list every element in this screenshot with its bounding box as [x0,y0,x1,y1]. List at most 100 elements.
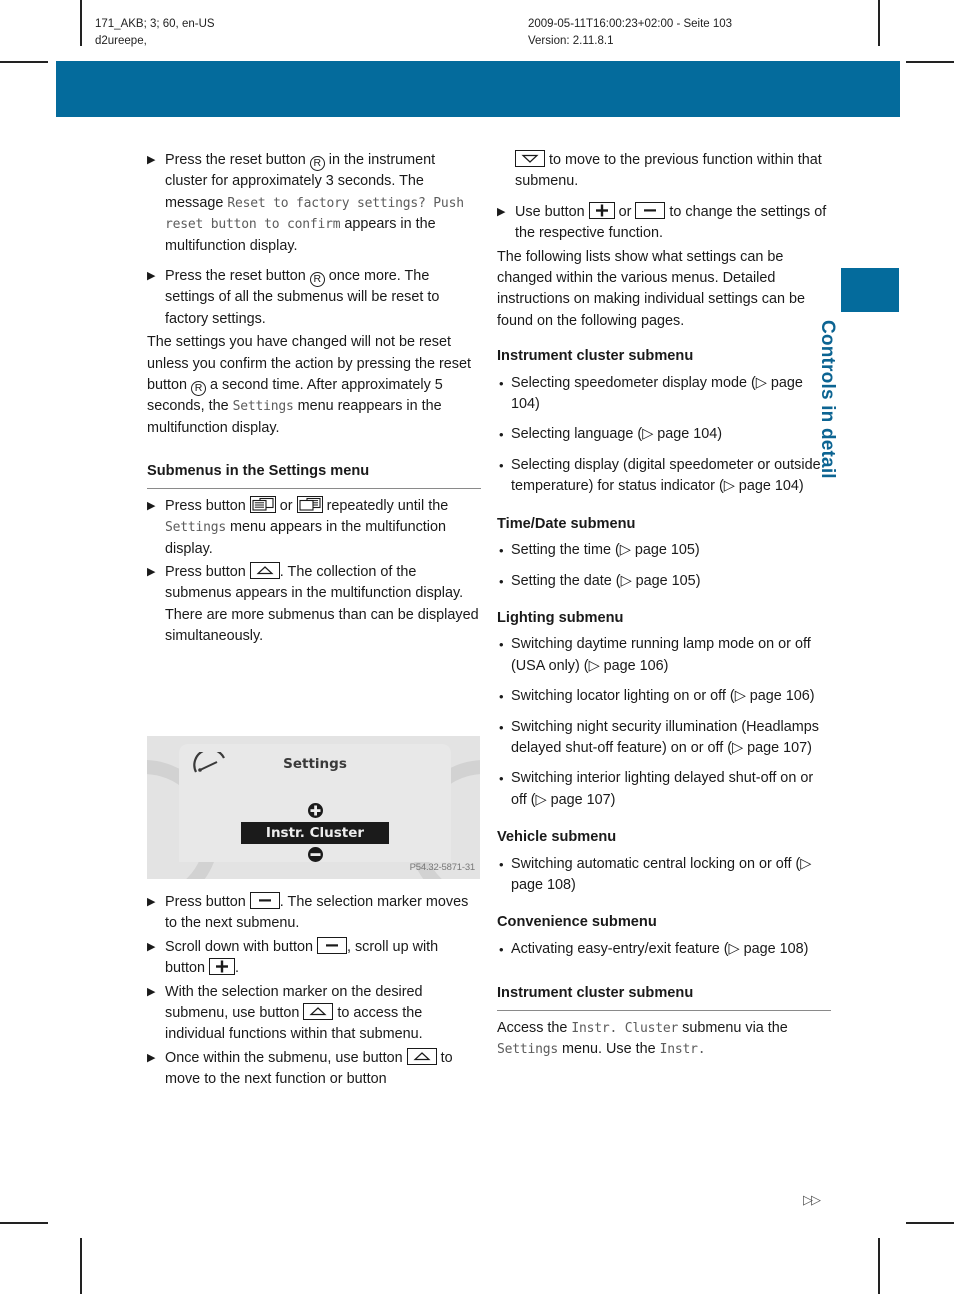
header-divider [880,133,882,167]
list-item: • Setting the time (▷ page 105) [497,540,831,561]
step8-text1: Once within the submenu, use button [165,1049,407,1066]
final-text3: menu. Use the [558,1041,660,1057]
bullet-dot-icon: • [499,457,504,473]
meta-right-line2: Version: 2.11.8.1 [528,35,614,47]
chapter-header-band: Control system 103 [56,61,921,168]
figure-plus-marker [303,802,327,818]
reset-button-icon: R [191,381,207,397]
settings-menu-name: Settings [165,520,227,536]
bullet-dot-icon: • [499,771,504,787]
step6-text1: Scroll down with button [165,938,317,955]
step4-text1: Press button [165,563,250,580]
meta-right-line1: 2009-05-11T16:00:23+02:00 - Seite 103 [528,18,733,30]
list-item: • Switching interior lighting delayed shu… [497,768,831,811]
list-item-label: Switching interior lighting delayed shut… [511,770,814,808]
step-item: ▶ Press the reset button R in the instru… [147,150,481,257]
step-arrow-icon: ▶ [497,205,506,218]
figure-selected-item: Instr. Cluster [241,822,389,844]
bullet-dot-icon: • [499,856,504,872]
bullet-dot-icon: • [499,637,504,653]
step-arrow-icon: ▶ [147,985,156,998]
instr-menu-name: Instr. [659,1042,706,1057]
side-tab-marker [841,268,899,312]
section-heading-vehicle: Vehicle submenu [497,829,617,846]
step-arrow-icon: ▶ [147,154,156,166]
meta-left-line1: 171_AKB; 3; 60, en-US [95,18,215,30]
left-column: ▶ Press the reset button R in the instru… [147,150,481,650]
crop-mark-bottom-right-h [906,1222,954,1224]
rstep1-text2: or [614,203,636,220]
final-text1: Access the [497,1019,572,1036]
list-item: • Selecting language (▷ page 104) [497,424,831,445]
list-item-label: Selecting language (▷ page 104) [511,426,723,443]
step3-text2: or [275,497,297,514]
section-heading-submenus: Submenus in the Settings menu [147,461,481,489]
step5-text1: Press button [165,894,250,910]
continuation-marker: ▷▷ [803,1192,821,1207]
bullet-dot-icon: • [499,543,504,559]
reset-button-icon: R [309,272,325,288]
section-heading-instrument-cluster-detail: Instrument cluster submenu [497,983,831,1011]
list-item-label: Activating easy-entry/exit feature (▷ pa… [511,940,809,957]
list-item-label: Setting the time (▷ page 105) [511,542,700,559]
crop-mark-bottom-right-v [878,1238,880,1294]
bullet-dot-icon: • [499,941,504,957]
reset-button-icon: R [309,156,325,171]
step-arrow-icon: ▶ [147,499,156,512]
step-arrow-icon: ▶ [147,1051,156,1064]
step-item-continued: to move to the previous function within … [497,150,831,193]
bullet-dot-icon: • [499,573,504,589]
step3-text1: Press button [165,497,250,514]
minus-icon [249,892,280,909]
left-column-lower: ▶ Press button . The selection marker mo… [147,892,481,1093]
paragraph: The following lists show what settings c… [497,248,805,329]
section-heading-lighting: Lighting submenu [497,609,624,626]
step-item: ▶ With the selection marker on the desir… [147,982,481,1046]
crop-mark-top-left-h [0,61,48,63]
step-item: ▶ Use button or to change the settings o… [497,201,831,245]
settings-menu-name: Settings [497,1042,559,1057]
list-item-label: Switching automatic central locking on o… [511,855,812,893]
plus-icon [209,958,236,976]
figure-caption: P54.32-5871-31 [409,862,476,873]
right-column: to move to the previous function within … [497,150,831,1060]
step2-text1: Press the reset button [165,268,310,285]
list-item: • Setting the date (▷ page 105) [497,571,831,592]
list-item-label: Selecting display (digital speedometer o… [511,456,821,495]
figure-minus-marker [303,846,327,862]
meta-left-line2: d2ureepe, [95,35,147,47]
instrument-cluster-figure: Settings Instr. Cluster P54.32-5871-31 [147,736,480,879]
bullet-dot-icon: • [499,689,504,705]
figure-screen-title: Settings [283,756,347,772]
list-item-label: Switching night security illumination (H… [511,718,819,756]
prev-window-icon [249,495,276,513]
settings-menu-name: Settings [232,399,294,415]
step3-text3: repeatedly until the [322,497,449,514]
plus-icon [588,201,615,219]
step1-text1: Press the reset button [165,152,310,168]
down-chevron-icon [515,150,545,167]
step-item: ▶ Scroll down with button , scroll up wi… [147,936,481,980]
step-item: ▶ Press button . The selection marker mo… [147,892,481,935]
step6-text3: . [235,960,240,977]
instr-cluster-menu-name: Instr. Cluster [571,1020,679,1036]
paragraph: Access the Instr. Cluster submenu via th… [497,1018,831,1061]
crop-mark-top-right-h [906,61,954,63]
crop-mark-top-left-v [80,0,82,46]
step-item: ▶ Once within the submenu, use button to… [147,1047,481,1091]
bullet-dot-icon: • [499,427,504,443]
document-meta-left: 171_AKB; 3; 60, en-US d2ureepe, [95,16,215,50]
crop-mark-bottom-left-h [0,1222,48,1224]
section-heading-convenience: Convenience submenu [497,914,657,931]
list-item: • Activating easy-entry/exit feature (▷ p… [497,939,831,960]
list-item: • Switching automatic central locking on … [497,854,831,897]
paragraph: The settings you have changed will not b… [147,332,481,439]
section-heading-time-date: Time/Date submenu [497,515,636,532]
section-heading-instrument-cluster: Instrument cluster submenu [497,348,694,365]
step-item: ▶ Press the reset button R once more. Th… [147,266,481,330]
crop-mark-top-right-v [878,0,880,46]
list-item-label: Selecting speedometer display mode (▷ pa… [511,374,803,413]
next-window-icon [296,495,323,513]
step-arrow-icon: ▶ [147,270,156,283]
step-arrow-icon: ▶ [147,896,156,908]
